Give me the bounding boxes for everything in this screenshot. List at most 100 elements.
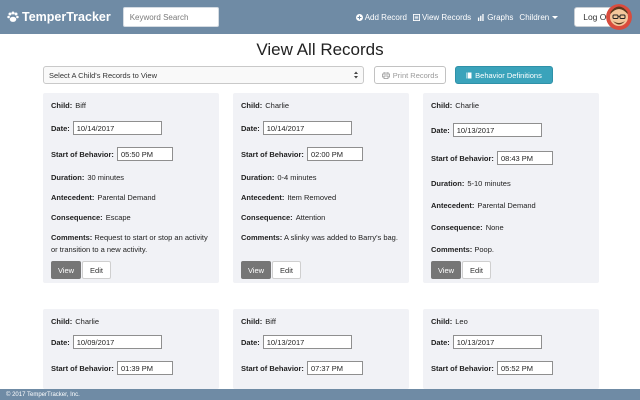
duration-label: Duration: — [51, 173, 85, 182]
date-field[interactable]: 10/14/2017 — [72, 121, 162, 135]
nav-view-records[interactable]: View Records — [412, 12, 472, 22]
paw-icon — [7, 11, 19, 22]
start-row: Start of Behavior: 05:50 PM — [51, 147, 173, 161]
nav-children-label: Children — [519, 12, 550, 22]
nav-children-dropdown[interactable]: Children — [519, 13, 558, 22]
start-time-field[interactable]: 08:43 PM — [496, 151, 553, 165]
child-row: Child: Charlie — [241, 101, 289, 110]
comments-row: Comments: A slinky was added to Barry's … — [241, 232, 403, 244]
record-card: Child: Leo Date: 10/13/2017 Start of Behav… — [423, 309, 599, 389]
child-value: Charlie — [455, 101, 480, 110]
start-label: Start of Behavior: — [431, 363, 494, 373]
duration-value: 30 minutes — [87, 173, 125, 182]
comments-label: Comments: — [51, 233, 93, 242]
date-label: Date: — [51, 337, 70, 347]
consequence-label: Consequence: — [51, 213, 103, 222]
date-label: Date: — [431, 337, 450, 347]
record-card: Child: Charlie Date: 10/14/2017 Start of B… — [233, 93, 409, 283]
date-row: Date: 10/13/2017 — [241, 335, 352, 349]
select-arrows-icon — [354, 71, 358, 79]
antecedent-label: Antecedent: — [241, 193, 285, 202]
print-records-label: Print Records — [392, 70, 439, 80]
start-time-field[interactable]: 05:52 PM — [496, 361, 553, 375]
duration-value: 5-10 minutes — [467, 179, 511, 188]
brand[interactable]: TemperTracker — [7, 10, 111, 24]
start-time-field[interactable]: 01:39 PM — [116, 361, 173, 375]
start-label: Start of Behavior: — [241, 149, 304, 159]
duration-row: Duration: 0-4 minutes — [241, 173, 317, 182]
start-row: Start of Behavior: 05:52 PM — [431, 361, 553, 375]
print-records-button[interactable]: Print Records — [374, 66, 446, 84]
consequence-row: Consequence: None — [431, 223, 504, 232]
record-card: Child: Charlie Date: 10/09/2017 Start of B… — [43, 309, 219, 389]
antecedent-value: Parental Demand — [97, 193, 156, 202]
date-field[interactable]: 10/13/2017 — [262, 335, 352, 349]
comments-value: A slinky was added to Barry's bag. — [283, 233, 398, 242]
antecedent-label: Antecedent: — [51, 193, 95, 202]
antecedent-value: Item Removed — [287, 193, 337, 202]
start-row: Start of Behavior: 02:00 PM — [241, 147, 363, 161]
nav-view-records-label: View Records — [421, 12, 472, 22]
child-value: Biff — [75, 101, 86, 110]
date-field[interactable]: 10/14/2017 — [262, 121, 352, 135]
start-time-field[interactable]: 07:37 PM — [306, 361, 363, 375]
book-icon — [466, 72, 472, 78]
date-label: Date: — [241, 337, 260, 347]
record-card: Child: Charlie Date: 10/13/2017 Start of B… — [423, 93, 599, 283]
edit-button[interactable]: Edit — [82, 261, 111, 279]
date-field[interactable]: 10/13/2017 — [452, 123, 542, 137]
view-button[interactable]: View — [51, 261, 81, 279]
date-field[interactable]: 10/13/2017 — [452, 335, 542, 349]
avatar[interactable] — [606, 4, 632, 30]
child-value: Charlie — [75, 317, 100, 326]
child-row: Child: Charlie — [431, 101, 479, 110]
date-row: Date: 10/09/2017 — [51, 335, 162, 349]
view-button[interactable]: View — [241, 261, 271, 279]
behavior-definitions-label: Behavior Definitions — [475, 70, 542, 80]
nav-add-record-label: Add Record — [364, 12, 407, 22]
avatar-face-icon — [606, 4, 632, 30]
comments-row: Comments: Request to start or stop an ac… — [51, 232, 213, 256]
consequence-row: Consequence: Escape — [51, 213, 131, 222]
date-row: Date: 10/14/2017 — [241, 121, 352, 135]
page-title: View All Records — [256, 40, 384, 59]
view-button[interactable]: View — [431, 261, 461, 279]
antecedent-row: Antecedent: Parental Demand — [431, 201, 536, 210]
child-row: Child: Biff — [241, 317, 276, 326]
start-row: Start of Behavior: 08:43 PM — [431, 151, 553, 165]
edit-button[interactable]: Edit — [272, 261, 301, 279]
child-label: Child: — [51, 101, 73, 110]
start-time-field[interactable]: 02:00 PM — [306, 147, 363, 161]
consequence-value: None — [485, 223, 504, 232]
start-row: Start of Behavior: 07:37 PM — [241, 361, 363, 375]
start-time-field[interactable]: 05:50 PM — [116, 147, 173, 161]
start-label: Start of Behavior: — [51, 363, 114, 373]
nav-add-record[interactable]: Add Record — [355, 12, 407, 22]
duration-value: 0-4 minutes — [277, 173, 317, 182]
antecedent-row: Antecedent: Parental Demand — [51, 193, 156, 202]
child-label: Child: — [431, 101, 453, 110]
behavior-definitions-button[interactable]: Behavior Definitions — [455, 66, 553, 84]
duration-label: Duration: — [241, 173, 275, 182]
child-value: Charlie — [265, 101, 290, 110]
date-field[interactable]: 10/09/2017 — [72, 335, 162, 349]
list-icon — [412, 13, 420, 21]
footer: © 2017 TemperTracker, Inc. — [0, 389, 640, 400]
child-label: Child: — [51, 317, 73, 326]
duration-label: Duration: — [431, 179, 465, 188]
start-label: Start of Behavior: — [241, 363, 304, 373]
start-label: Start of Behavior: — [51, 149, 114, 159]
plus-circle-icon — [355, 13, 363, 21]
child-select[interactable]: Select A Child's Records to View — [43, 66, 364, 84]
edit-button[interactable]: Edit — [462, 261, 491, 279]
nav-graphs[interactable]: Graphs — [477, 13, 513, 22]
consequence-value: Attention — [295, 213, 326, 222]
child-value: Biff — [265, 317, 276, 326]
date-row: Date: 10/13/2017 — [431, 335, 542, 349]
brand-name: TemperTracker — [22, 10, 111, 24]
child-value: Leo — [455, 317, 468, 326]
bar-chart-icon — [478, 13, 484, 21]
consequence-label: Consequence: — [241, 213, 293, 222]
date-label: Date: — [241, 123, 260, 133]
search-input[interactable] — [122, 7, 219, 27]
